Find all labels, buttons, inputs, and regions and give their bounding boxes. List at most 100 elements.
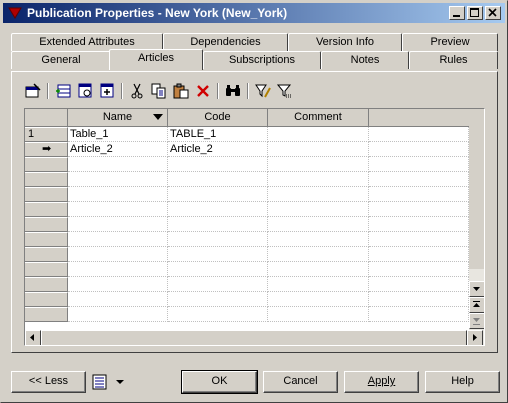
cell-empty[interactable] [168,262,268,277]
cell-empty[interactable] [369,277,469,292]
close-button[interactable] [485,6,501,20]
row-header-empty[interactable] [25,232,68,247]
cell-empty[interactable] [68,262,168,277]
scroll-left-button[interactable] [25,330,41,345]
cell-empty[interactable] [68,172,168,187]
cell-comment[interactable] [268,127,369,142]
cell-name[interactable]: Table_1 [68,127,168,142]
tab-notes[interactable]: Notes [321,51,409,69]
customize-columns-button[interactable] [253,81,273,101]
cell-empty[interactable] [268,157,369,172]
cell-empty[interactable] [68,232,168,247]
cell-empty[interactable] [68,157,168,172]
cell-empty[interactable] [168,157,268,172]
tab-general[interactable]: General [11,51,111,69]
menu-dropdown-button[interactable] [89,371,131,393]
scroll-right-button[interactable] [467,330,483,345]
cell-empty[interactable] [168,292,268,307]
row-header[interactable]: 1 [25,127,68,142]
cell-empty[interactable] [68,202,168,217]
row-header-empty[interactable] [25,307,68,322]
add-objects-button[interactable] [97,81,117,101]
cell-empty[interactable] [268,277,369,292]
maximize-button[interactable] [467,6,483,20]
vertical-scrollbar[interactable] [469,109,484,330]
cell-empty[interactable] [168,172,268,187]
delete-button[interactable] [193,81,213,101]
cell-empty[interactable] [68,277,168,292]
row-header-empty[interactable] [25,277,68,292]
tab-articles[interactable]: Articles [109,49,203,70]
cell-empty[interactable] [168,307,268,322]
add-row-button[interactable] [53,81,73,101]
help-button[interactable]: Help [425,371,500,393]
cell-empty[interactable] [68,187,168,202]
column-header-comment[interactable]: Comment [268,109,369,127]
cell-empty[interactable] [168,187,268,202]
cell-code[interactable]: Article_2 [168,142,268,157]
copy-button[interactable] [149,81,169,101]
cell-empty[interactable] [268,247,369,262]
cell-empty[interactable] [369,217,469,232]
column-header-name[interactable]: Name [68,109,168,127]
horizontal-scrollbar[interactable] [25,330,484,345]
articles-grid[interactable]: Name Code Comment 1 Table_1 TABLE_1 ➡ Ar… [24,108,485,346]
cell-empty[interactable] [268,232,369,247]
cell-empty[interactable] [268,217,369,232]
cell-empty[interactable] [168,247,268,262]
row-header-empty[interactable] [25,172,68,187]
tab-rules[interactable]: Rules [409,51,498,69]
tab-preview[interactable]: Preview [402,33,498,51]
cell-empty[interactable] [68,307,168,322]
row-header-empty[interactable] [25,217,68,232]
horizontal-scroll-thumb[interactable] [41,330,467,345]
cell-empty[interactable] [268,187,369,202]
cell-empty[interactable] [268,307,369,322]
cell-code[interactable]: TABLE_1 [168,127,268,142]
row-header-empty[interactable] [25,157,68,172]
cell-empty[interactable] [369,232,469,247]
minimize-button[interactable] [449,6,465,20]
cell-empty[interactable] [168,217,268,232]
cell-empty[interactable] [268,172,369,187]
properties-button[interactable] [23,81,43,101]
tab-version-info[interactable]: Version Info [288,33,402,51]
cell-empty[interactable] [168,232,268,247]
insert-row-button[interactable] [75,81,95,101]
cell-empty[interactable] [369,307,469,322]
cell-empty[interactable] [168,277,268,292]
cell-empty[interactable] [369,292,469,307]
cell-empty[interactable] [68,292,168,307]
cell-empty[interactable] [268,262,369,277]
less-button[interactable]: << Less [11,371,86,393]
cell-name[interactable]: Article_2 [68,142,168,157]
apply-button[interactable]: Apply [344,371,419,393]
find-button[interactable] [223,81,243,101]
ok-button[interactable]: OK [181,370,258,394]
row-header-empty[interactable] [25,187,68,202]
filter-button[interactable] [275,81,295,101]
cell-empty[interactable] [268,292,369,307]
row-header-empty[interactable] [25,202,68,217]
paste-button[interactable] [171,81,191,101]
title-bar[interactable]: Publication Properties - New York (New_Y… [3,3,505,23]
cell-empty[interactable] [168,202,268,217]
cell-empty[interactable] [268,202,369,217]
tab-subscriptions[interactable]: Subscriptions [203,51,321,69]
cell-comment[interactable] [268,142,369,157]
scroll-top-button[interactable] [469,297,484,313]
cell-empty[interactable] [369,187,469,202]
cut-button[interactable] [127,81,147,101]
row-header-empty[interactable] [25,262,68,277]
cell-empty[interactable] [369,262,469,277]
scroll-down-button[interactable] [469,281,484,297]
row-header-current[interactable]: ➡ [25,142,68,157]
row-header-empty[interactable] [25,247,68,262]
row-header-empty[interactable] [25,292,68,307]
column-header-code[interactable]: Code [168,109,268,127]
cell-empty[interactable] [369,247,469,262]
cell-empty[interactable] [369,172,469,187]
cancel-button[interactable]: Cancel [263,371,338,393]
cell-empty[interactable] [68,247,168,262]
scroll-bottom-button[interactable] [469,313,484,329]
